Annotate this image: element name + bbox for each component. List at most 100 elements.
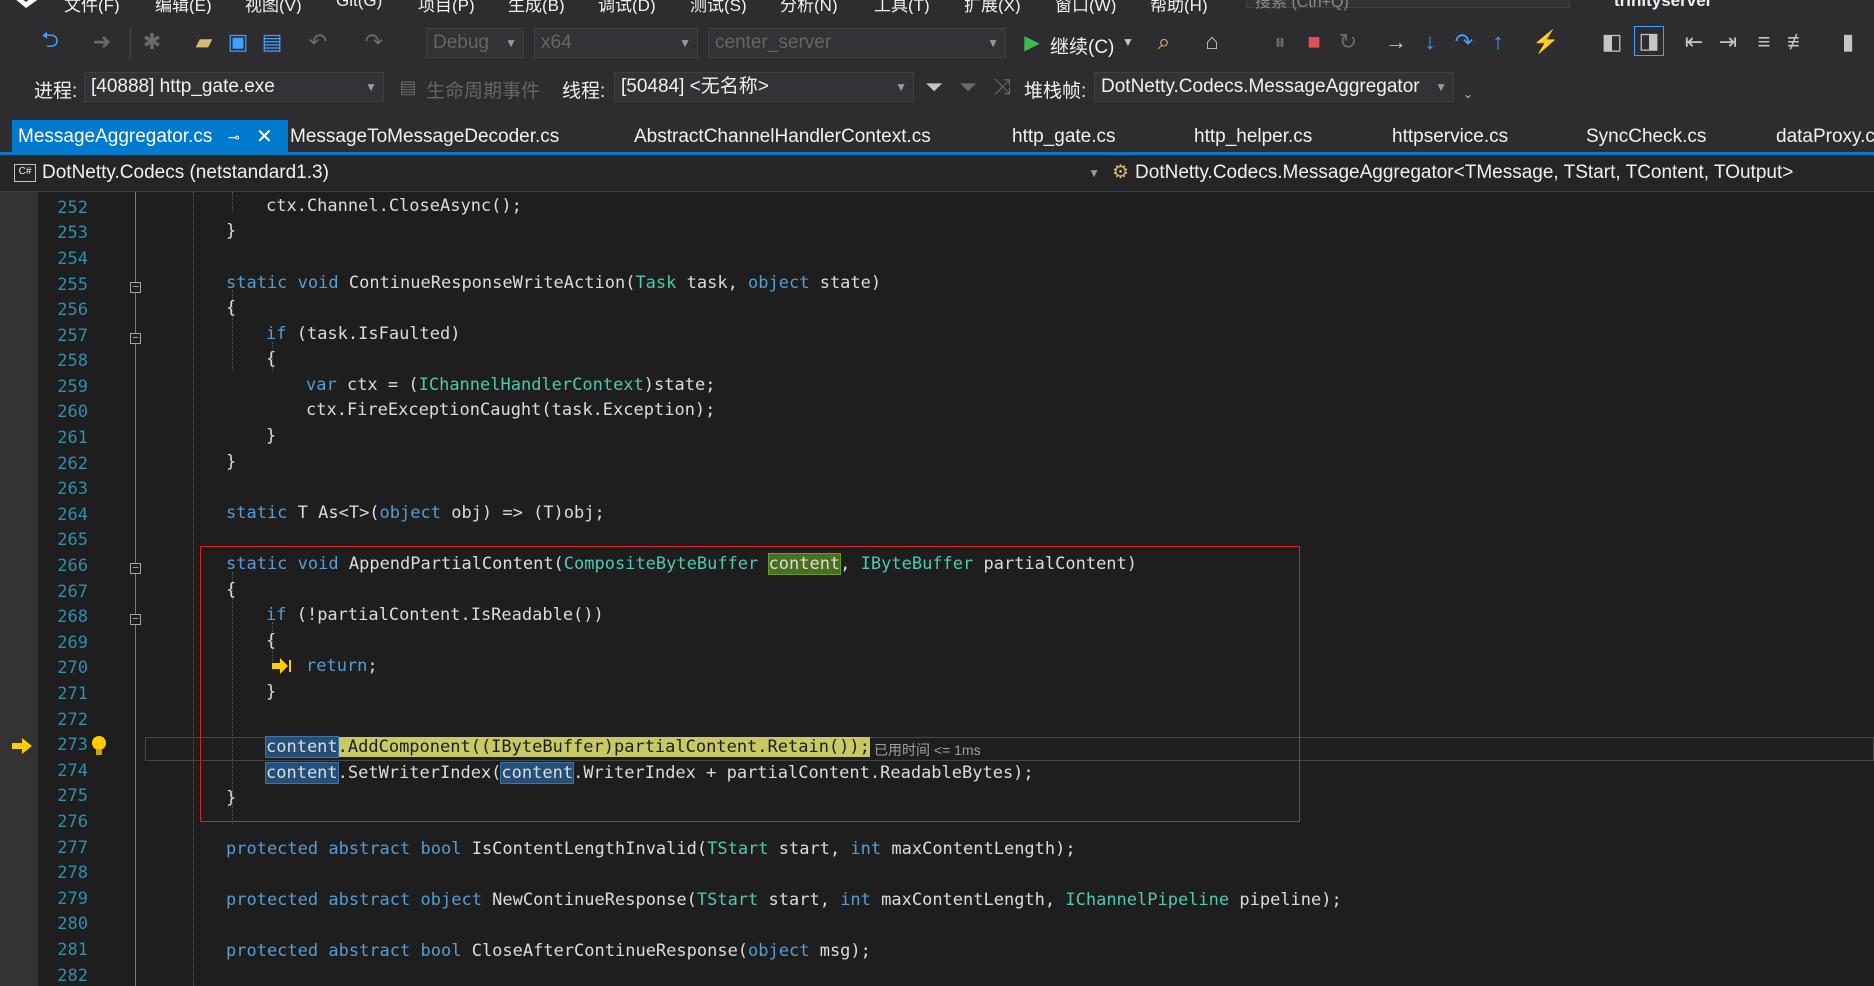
- line-number: 280: [57, 914, 88, 934]
- line-number: 262: [57, 454, 88, 474]
- menu-window[interactable]: 窗口(W): [1055, 0, 1116, 14]
- line-number: 278: [57, 863, 88, 883]
- code-editor[interactable]: 252 253 254 255 256 257 258 259 260 261 …: [0, 192, 1874, 986]
- flag-threads-icon[interactable]: ⤨: [988, 73, 1016, 101]
- line-number: 269: [57, 633, 88, 653]
- menu-view[interactable]: 视图(V): [245, 0, 302, 14]
- menu-tools[interactable]: 工具(T): [874, 0, 930, 14]
- tab-message-to-message-decoder[interactable]: MessageToMessageDecoder.cs: [290, 120, 559, 154]
- line-number: 258: [57, 351, 88, 371]
- collapse-icon[interactable]: −: [130, 332, 141, 344]
- vs-logo-icon[interactable]: [14, 0, 40, 8]
- collapse-icon[interactable]: −: [130, 613, 141, 625]
- code-line: {: [266, 349, 277, 369]
- menu-build[interactable]: 生成(B): [508, 0, 565, 14]
- browser-link-icon[interactable]: ⌂: [1198, 28, 1226, 56]
- undo-icon[interactable]: ↶: [304, 28, 332, 56]
- continue-button[interactable]: 继续(C): [1050, 32, 1114, 59]
- comment-icon[interactable]: ≡: [1750, 28, 1778, 56]
- menu-edit[interactable]: 编辑(E): [155, 0, 212, 14]
- line-number: 260: [57, 402, 88, 422]
- redo-icon[interactable]: ↷: [360, 28, 388, 56]
- chevron-down-icon: ▼: [987, 36, 999, 50]
- indicator-margin[interactable]: [0, 192, 38, 986]
- annotation-red-box: [200, 546, 1300, 822]
- back-icon[interactable]: ⮌: [36, 27, 64, 56]
- forward-icon[interactable]: ➜: [88, 28, 116, 56]
- restart-icon[interactable]: ↻: [1334, 28, 1362, 56]
- continue-dropdown-icon[interactable]: ▼: [1114, 28, 1142, 56]
- step-into-icon[interactable]: ↓: [1416, 28, 1444, 56]
- debug-location-toolbar: 进程: [40888] http_gate.exe ▼ ▤ 生命周期事件 线程: …: [0, 72, 1874, 114]
- chevron-down-icon: ▼: [1088, 166, 1100, 180]
- thread-value: [50484] <无名称>: [621, 76, 769, 97]
- menu-test[interactable]: 测试(S): [690, 0, 747, 14]
- line-number: 268: [57, 607, 88, 627]
- menu-help[interactable]: 帮助(H): [1150, 0, 1208, 14]
- hot-reload-icon[interactable]: ⚡: [1532, 28, 1560, 56]
- project-dropdown[interactable]: C# DotNetty.Codecs (netstandard1.3) ▼: [14, 159, 1106, 187]
- menu-git[interactable]: Git(G): [336, 0, 382, 11]
- menu-project[interactable]: 项目(P): [418, 0, 475, 14]
- new-project-icon[interactable]: ✱: [138, 28, 166, 56]
- save-all-icon[interactable]: ▤: [258, 28, 286, 56]
- pin-icon[interactable]: ⊸: [228, 120, 240, 154]
- chevron-down-icon: ▼: [365, 80, 377, 94]
- search-box[interactable]: 搜索 (Ctrl+Q): [1246, 0, 1570, 11]
- collapse-icon[interactable]: −: [130, 281, 141, 293]
- filter-icon[interactable]: ⏷: [920, 73, 948, 101]
- close-icon[interactable]: ✕: [256, 120, 273, 154]
- line-number: 281: [57, 940, 88, 960]
- code-line: static T As<T>(object obj) => (T)obj;: [226, 503, 605, 523]
- tab-sync-check[interactable]: SyncCheck.cs: [1586, 120, 1706, 154]
- current-statement-arrow-icon: [12, 738, 32, 754]
- stack-frame-value: DotNetty.Codecs.MessageAggregator: [1101, 76, 1420, 97]
- lifecycle-events-button[interactable]: 生命周期事件: [426, 76, 540, 103]
- tab-message-aggregator[interactable]: MessageAggregator.cs ⊸ ✕: [12, 120, 288, 154]
- stack-frame-label: 堆栈帧:: [1024, 81, 1087, 102]
- type-dropdown[interactable]: ⚙ DotNetty.Codecs.MessageAggregator<TMess…: [1112, 159, 1874, 187]
- step-out-icon[interactable]: ↑: [1484, 28, 1512, 56]
- menu-debug[interactable]: 调试(D): [598, 0, 656, 14]
- bookmark-icon[interactable]: ▮: [1834, 28, 1862, 56]
- stop-icon[interactable]: ■: [1300, 28, 1328, 56]
- tab-abstract-channel-handler-context[interactable]: AbstractChannelHandlerContext.cs: [634, 120, 931, 154]
- toolbar-overflow-icon[interactable]: ⌄: [1454, 80, 1482, 108]
- continue-play-icon[interactable]: ▶: [1018, 28, 1046, 56]
- lifecycle-events-icon[interactable]: ▤: [394, 73, 422, 101]
- find-in-files-icon[interactable]: ⌕: [1150, 28, 1178, 56]
- tab-http-helper[interactable]: http_helper.cs: [1194, 120, 1312, 154]
- line-number: 264: [57, 505, 88, 525]
- save-icon[interactable]: ▣: [224, 28, 252, 56]
- open-file-icon[interactable]: ▰: [190, 28, 218, 56]
- outdent-icon[interactable]: ⇤: [1680, 28, 1708, 56]
- process-dropdown[interactable]: [40888] http_gate.exe ▼: [84, 72, 384, 102]
- type-value: DotNetty.Codecs.MessageAggregator<TMessa…: [1135, 162, 1794, 183]
- step-over-icon[interactable]: ↷: [1450, 28, 1478, 56]
- breakpoints-window-icon[interactable]: ◧: [1598, 28, 1626, 56]
- show-next-statement-icon[interactable]: →: [1382, 28, 1410, 56]
- indent-icon[interactable]: ⇥: [1714, 28, 1742, 56]
- collapse-icon[interactable]: −: [130, 562, 141, 574]
- filter-clear-icon[interactable]: ⏷: [954, 73, 982, 101]
- config-dropdown[interactable]: Debug ▼: [426, 28, 524, 58]
- startup-project-dropdown[interactable]: center_server ▼: [708, 28, 1006, 58]
- toggle-panel-icon[interactable]: ◨: [1634, 26, 1664, 56]
- tab-data-proxy[interactable]: dataProxy.c: [1776, 120, 1874, 154]
- lightbulb-icon[interactable]: [90, 735, 108, 757]
- platform-dropdown[interactable]: x64 ▼: [534, 28, 698, 58]
- menu-extensions[interactable]: 扩展(X): [964, 0, 1021, 14]
- line-number: 271: [57, 684, 88, 704]
- code-line: }: [226, 221, 237, 241]
- code-line: var ctx = (IChannelHandlerContext)state;: [306, 375, 716, 395]
- thread-dropdown[interactable]: [50484] <无名称> ▼: [614, 72, 914, 102]
- tab-httpservice[interactable]: httpservice.cs: [1392, 120, 1508, 154]
- stack-frame-dropdown[interactable]: DotNetty.Codecs.MessageAggregator ▼: [1094, 72, 1454, 102]
- tab-http-gate[interactable]: http_gate.cs: [1012, 120, 1116, 154]
- menu-file[interactable]: 文件(F): [64, 0, 120, 14]
- pause-icon[interactable]: ⏸: [1266, 28, 1294, 56]
- line-number: 275: [57, 786, 88, 806]
- uncomment-icon[interactable]: ≢: [1784, 28, 1812, 56]
- menu-analyze[interactable]: 分析(N): [780, 0, 838, 14]
- platform-value: x64: [541, 32, 572, 53]
